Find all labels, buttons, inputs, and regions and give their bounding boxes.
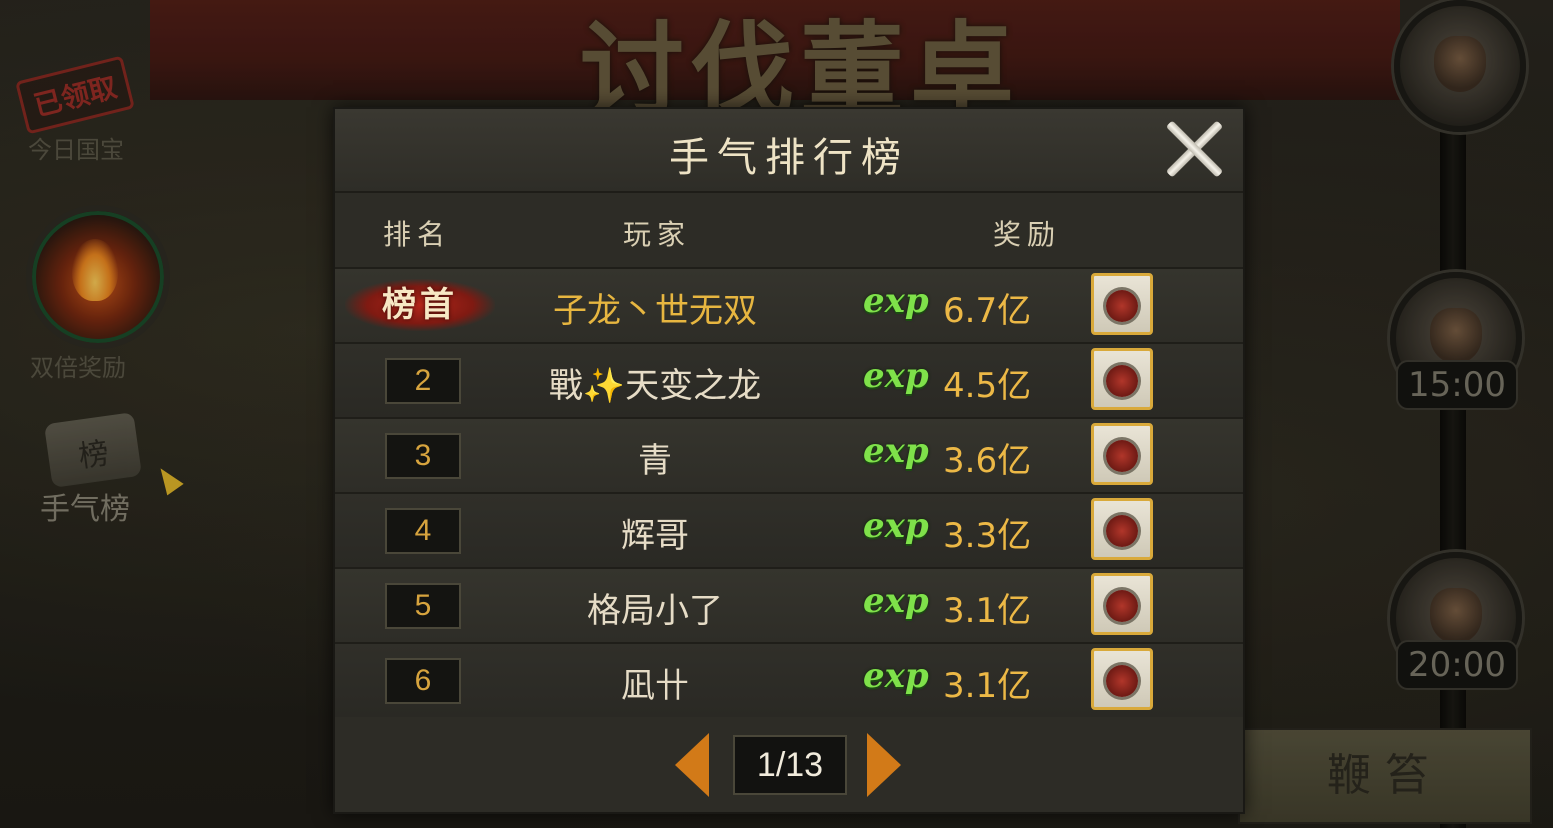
modal-title: 手气排行榜 — [669, 135, 909, 181]
rank-number: 2 — [385, 358, 461, 404]
leaderboard-row: 2 戰✨天变之龙 exp 4.5亿 — [335, 342, 1243, 417]
column-header-player: 玩家 — [623, 218, 692, 251]
leaderboard-row: 6 凪卄 exp 3.1亿 — [335, 642, 1243, 717]
leaderboard-row: 3 青 exp 3.6亿 — [335, 417, 1243, 492]
player-name: 子龙丶世无双 — [553, 291, 757, 331]
exp-amount: 3.6亿 — [943, 441, 1032, 481]
luck-leaderboard-modal: 手气排行榜 排名 玩家 奖励 榜首 子龙丶世无双 exp 6.7亿 2 戰✨天变… — [333, 107, 1245, 814]
exp-amount: 6.7亿 — [943, 291, 1032, 331]
reward-item-icon[interactable] — [1091, 648, 1153, 710]
player-name: 格局小了 — [587, 591, 723, 631]
rank-first-badge: 榜首 — [345, 279, 495, 331]
pagination: 1/13 — [335, 729, 1243, 799]
player-name: 戰✨天变之龙 — [548, 366, 762, 406]
exp-icon: exp — [863, 431, 929, 471]
reward-item-icon[interactable] — [1091, 348, 1153, 410]
exp-icon: exp — [863, 581, 929, 621]
leaderboard-row: 榜首 子龙丶世无双 exp 6.7亿 — [335, 267, 1243, 342]
exp-amount: 3.3亿 — [943, 516, 1032, 556]
close-icon[interactable] — [1161, 115, 1227, 181]
player-name: 凪卄 — [621, 666, 689, 706]
page-indicator: 1/13 — [733, 735, 847, 795]
prev-page-arrow-icon[interactable] — [675, 733, 709, 797]
column-header-reward: 奖励 — [993, 218, 1062, 251]
rank-number: 5 — [385, 583, 461, 629]
column-header-rank: 排名 — [383, 218, 452, 251]
player-name: 辉哥 — [621, 516, 689, 556]
rank-number: 3 — [385, 433, 461, 479]
exp-icon: exp — [863, 656, 929, 696]
reward-item-icon[interactable] — [1091, 573, 1153, 635]
next-page-arrow-icon[interactable] — [867, 733, 901, 797]
exp-amount: 3.1亿 — [943, 666, 1032, 706]
leaderboard-row: 5 格局小了 exp 3.1亿 — [335, 567, 1243, 642]
leaderboard-row: 4 辉哥 exp 3.3亿 — [335, 492, 1243, 567]
reward-item-icon[interactable] — [1091, 273, 1153, 335]
rank-number: 6 — [385, 658, 461, 704]
player-name: 青 — [638, 441, 672, 481]
modal-header: 手气排行榜 — [335, 109, 1243, 193]
reward-item-icon[interactable] — [1091, 423, 1153, 485]
exp-amount: 4.5亿 — [943, 366, 1032, 406]
exp-icon: exp — [863, 281, 929, 321]
leaderboard-list: 榜首 子龙丶世无双 exp 6.7亿 2 戰✨天变之龙 exp 4.5亿 3 青… — [335, 267, 1243, 717]
rank-number: 4 — [385, 508, 461, 554]
exp-icon: exp — [863, 506, 929, 546]
column-headers: 排名 玩家 奖励 — [335, 199, 1243, 263]
reward-item-icon[interactable] — [1091, 498, 1153, 560]
exp-icon: exp — [863, 356, 929, 396]
exp-amount: 3.1亿 — [943, 591, 1032, 631]
